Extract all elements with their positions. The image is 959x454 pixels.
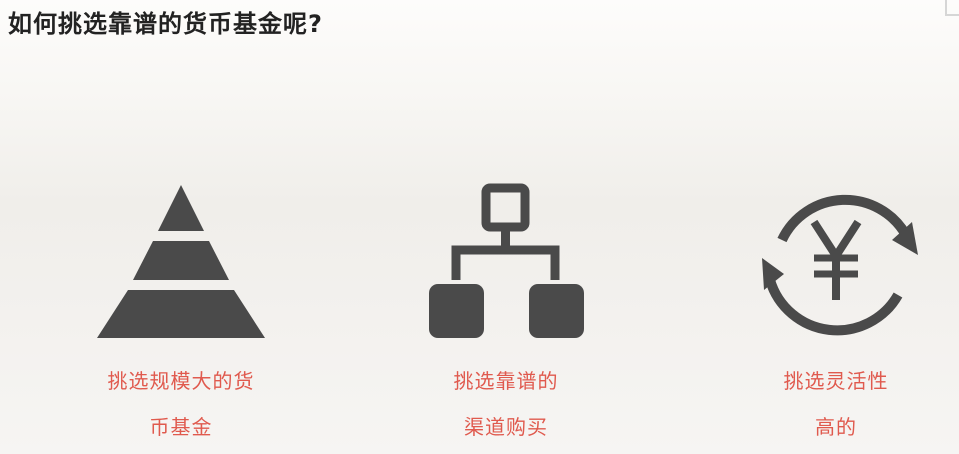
item-scale: 挑选规模大的货 币基金 (71, 170, 291, 439)
slide-title: 如何挑选靠谱的货币基金呢? (8, 10, 323, 38)
item-caption-line2: 高的 (815, 415, 857, 439)
item-caption-line1: 挑选靠谱的 (453, 369, 559, 393)
item-caption-line1: 挑选规模大的货 (107, 369, 255, 393)
item-caption-line2: 渠道购买 (464, 415, 548, 439)
item-caption-line2: 币基金 (149, 415, 213, 439)
yuan-exchange-icon (762, 194, 918, 336)
pyramid-icon (97, 185, 265, 338)
hierarchy-network-icon (429, 183, 584, 338)
item-channel: 挑选靠谱的 渠道购买 (396, 170, 616, 439)
item-caption-line1: 挑选灵活性 (783, 369, 889, 393)
corner-mark (945, 0, 959, 16)
slide: { "slide": { "title": "如何挑选靠谱的货币基金呢?" },… (0, 0, 959, 454)
item-flexibility: 挑选灵活性 高的 (726, 170, 946, 439)
